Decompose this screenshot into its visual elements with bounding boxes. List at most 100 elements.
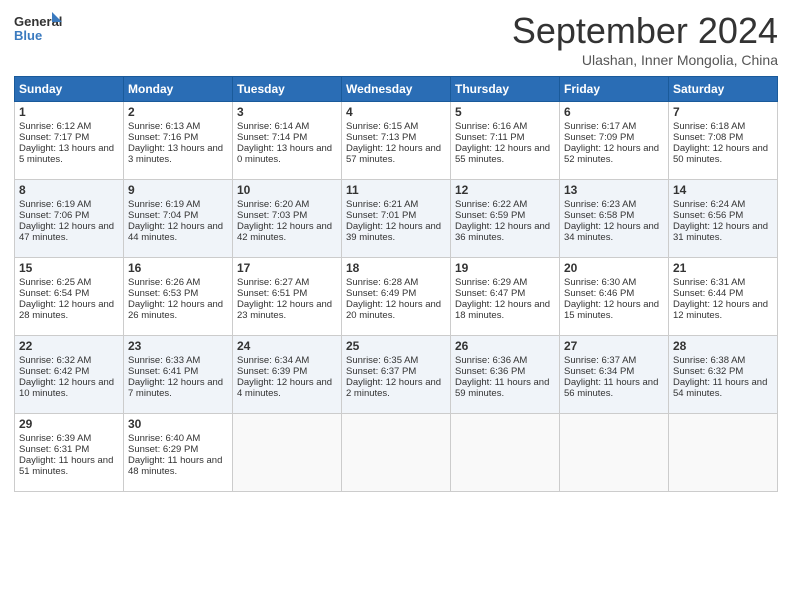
col-thursday: Thursday xyxy=(451,77,560,102)
sunrise-text: Sunrise: 6:15 AM xyxy=(346,121,418,132)
col-monday: Monday xyxy=(124,77,233,102)
calendar-day-cell: 16Sunrise: 6:26 AMSunset: 6:53 PMDayligh… xyxy=(124,258,233,336)
day-number: 5 xyxy=(455,105,555,119)
daylight-text: Daylight: 11 hours and 51 minutes. xyxy=(19,455,113,477)
calendar-day-cell: 14Sunrise: 6:24 AMSunset: 6:56 PMDayligh… xyxy=(669,180,778,258)
sunset-text: Sunset: 6:37 PM xyxy=(346,366,416,377)
sunset-text: Sunset: 7:13 PM xyxy=(346,132,416,143)
daylight-text: Daylight: 11 hours and 48 minutes. xyxy=(128,455,222,477)
day-number: 22 xyxy=(19,339,119,353)
sunrise-text: Sunrise: 6:23 AM xyxy=(564,199,636,210)
sunset-text: Sunset: 6:54 PM xyxy=(19,288,89,299)
calendar-day-cell: 19Sunrise: 6:29 AMSunset: 6:47 PMDayligh… xyxy=(451,258,560,336)
day-number: 28 xyxy=(673,339,773,353)
day-number: 23 xyxy=(128,339,228,353)
calendar-header-row: Sunday Monday Tuesday Wednesday Thursday… xyxy=(15,77,778,102)
daylight-text: Daylight: 13 hours and 5 minutes. xyxy=(19,143,114,165)
day-number: 6 xyxy=(564,105,664,119)
sunrise-text: Sunrise: 6:40 AM xyxy=(128,433,200,444)
calendar-week-row: 8Sunrise: 6:19 AMSunset: 7:06 PMDaylight… xyxy=(15,180,778,258)
calendar-body: 1Sunrise: 6:12 AMSunset: 7:17 PMDaylight… xyxy=(15,102,778,492)
day-number: 14 xyxy=(673,183,773,197)
sunset-text: Sunset: 6:29 PM xyxy=(128,444,198,455)
calendar-day-cell: 24Sunrise: 6:34 AMSunset: 6:39 PMDayligh… xyxy=(233,336,342,414)
calendar-day-cell: 27Sunrise: 6:37 AMSunset: 6:34 PMDayligh… xyxy=(560,336,669,414)
sunrise-text: Sunrise: 6:36 AM xyxy=(455,355,527,366)
calendar-day-cell: 12Sunrise: 6:22 AMSunset: 6:59 PMDayligh… xyxy=(451,180,560,258)
sunrise-text: Sunrise: 6:28 AM xyxy=(346,277,418,288)
day-number: 2 xyxy=(128,105,228,119)
calendar-week-row: 1Sunrise: 6:12 AMSunset: 7:17 PMDaylight… xyxy=(15,102,778,180)
daylight-text: Daylight: 12 hours and 18 minutes. xyxy=(455,299,550,321)
calendar-day-cell: 25Sunrise: 6:35 AMSunset: 6:37 PMDayligh… xyxy=(342,336,451,414)
sunset-text: Sunset: 6:46 PM xyxy=(564,288,634,299)
calendar-day-cell xyxy=(342,414,451,492)
sunrise-text: Sunrise: 6:19 AM xyxy=(19,199,91,210)
day-number: 30 xyxy=(128,417,228,431)
day-number: 20 xyxy=(564,261,664,275)
daylight-text: Daylight: 12 hours and 52 minutes. xyxy=(564,143,659,165)
day-number: 11 xyxy=(346,183,446,197)
sunset-text: Sunset: 6:41 PM xyxy=(128,366,198,377)
calendar-day-cell: 4Sunrise: 6:15 AMSunset: 7:13 PMDaylight… xyxy=(342,102,451,180)
daylight-text: Daylight: 11 hours and 59 minutes. xyxy=(455,377,549,399)
sunset-text: Sunset: 7:11 PM xyxy=(455,132,525,143)
sunrise-text: Sunrise: 6:12 AM xyxy=(19,121,91,132)
day-number: 29 xyxy=(19,417,119,431)
calendar-day-cell: 29Sunrise: 6:39 AMSunset: 6:31 PMDayligh… xyxy=(15,414,124,492)
sunrise-text: Sunrise: 6:38 AM xyxy=(673,355,745,366)
sunset-text: Sunset: 6:49 PM xyxy=(346,288,416,299)
daylight-text: Daylight: 12 hours and 7 minutes. xyxy=(128,377,223,399)
day-number: 8 xyxy=(19,183,119,197)
calendar-day-cell: 21Sunrise: 6:31 AMSunset: 6:44 PMDayligh… xyxy=(669,258,778,336)
calendar-day-cell: 10Sunrise: 6:20 AMSunset: 7:03 PMDayligh… xyxy=(233,180,342,258)
col-friday: Friday xyxy=(560,77,669,102)
page-container: General Blue September 2024 Ulashan, Inn… xyxy=(0,0,792,502)
sunrise-text: Sunrise: 6:16 AM xyxy=(455,121,527,132)
calendar-day-cell: 28Sunrise: 6:38 AMSunset: 6:32 PMDayligh… xyxy=(669,336,778,414)
day-number: 21 xyxy=(673,261,773,275)
day-number: 18 xyxy=(346,261,446,275)
title-block: September 2024 Ulashan, Inner Mongolia, … xyxy=(512,10,778,68)
logo: General Blue xyxy=(14,10,64,52)
day-number: 13 xyxy=(564,183,664,197)
daylight-text: Daylight: 12 hours and 55 minutes. xyxy=(455,143,550,165)
sunrise-text: Sunrise: 6:17 AM xyxy=(564,121,636,132)
sunrise-text: Sunrise: 6:39 AM xyxy=(19,433,91,444)
calendar-day-cell: 11Sunrise: 6:21 AMSunset: 7:01 PMDayligh… xyxy=(342,180,451,258)
daylight-text: Daylight: 12 hours and 47 minutes. xyxy=(19,221,114,243)
daylight-text: Daylight: 12 hours and 31 minutes. xyxy=(673,221,768,243)
day-number: 9 xyxy=(128,183,228,197)
calendar-day-cell: 23Sunrise: 6:33 AMSunset: 6:41 PMDayligh… xyxy=(124,336,233,414)
sunset-text: Sunset: 7:09 PM xyxy=(564,132,634,143)
daylight-text: Daylight: 12 hours and 20 minutes. xyxy=(346,299,441,321)
sunrise-text: Sunrise: 6:19 AM xyxy=(128,199,200,210)
calendar-day-cell: 8 Sunrise: 6:19 AMSunset: 7:06 PMDaylight… xyxy=(15,180,124,258)
sunset-text: Sunset: 6:34 PM xyxy=(564,366,634,377)
calendar-day-cell: 17Sunrise: 6:27 AMSunset: 6:51 PMDayligh… xyxy=(233,258,342,336)
sunset-text: Sunset: 6:39 PM xyxy=(237,366,307,377)
calendar-table: Sunday Monday Tuesday Wednesday Thursday… xyxy=(14,76,778,492)
col-sunday: Sunday xyxy=(15,77,124,102)
daylight-text: Daylight: 12 hours and 42 minutes. xyxy=(237,221,332,243)
sunrise-text: Sunrise: 6:32 AM xyxy=(19,355,91,366)
day-number: 25 xyxy=(346,339,446,353)
sunset-text: Sunset: 7:03 PM xyxy=(237,210,307,221)
sunset-text: Sunset: 7:17 PM xyxy=(19,132,89,143)
sunrise-text: Sunrise: 6:35 AM xyxy=(346,355,418,366)
sunset-text: Sunset: 7:16 PM xyxy=(128,132,198,143)
calendar-day-cell: 26Sunrise: 6:36 AMSunset: 6:36 PMDayligh… xyxy=(451,336,560,414)
day-number: 15 xyxy=(19,261,119,275)
calendar-day-cell: 5 Sunrise: 6:16 AMSunset: 7:11 PMDaylight… xyxy=(451,102,560,180)
calendar-day-cell: 18 Sunrise: 6:28 AMSunset: 6:49 PMDayligh… xyxy=(342,258,451,336)
logo-svg: General Blue xyxy=(14,10,64,52)
day-number: 24 xyxy=(237,339,337,353)
sunset-text: Sunset: 7:06 PM xyxy=(19,210,89,221)
calendar-week-row: 29Sunrise: 6:39 AMSunset: 6:31 PMDayligh… xyxy=(15,414,778,492)
sunset-text: Sunset: 6:56 PM xyxy=(673,210,743,221)
day-number: 26 xyxy=(455,339,555,353)
calendar-day-cell xyxy=(233,414,342,492)
day-number: 19 xyxy=(455,261,555,275)
sunrise-text: Sunrise: 6:13 AM xyxy=(128,121,200,132)
day-number: 3 xyxy=(237,105,337,119)
